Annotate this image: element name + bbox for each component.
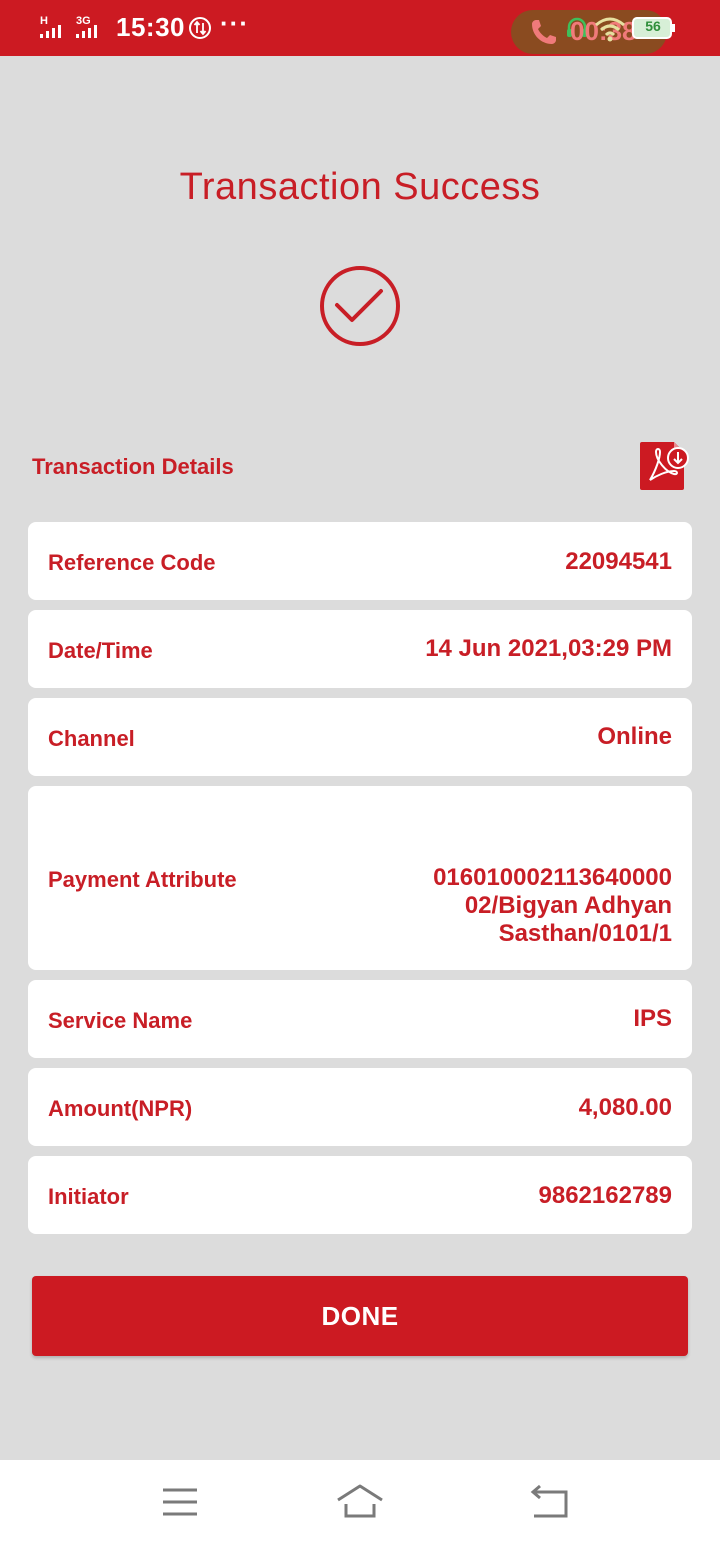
wifi-icon — [595, 17, 625, 42]
detail-card-channel: Channel Online — [28, 698, 692, 776]
payment-attribute-label: Payment Attribute — [48, 867, 237, 892]
service-name-value: IPS — [633, 1005, 672, 1032]
detail-card-payment-attribute: Payment Attribute 016010002113640000 02/… — [28, 786, 692, 970]
pdf-download-icon[interactable] — [638, 440, 690, 492]
done-button[interactable]: DONE — [32, 1276, 688, 1356]
date-time-value: 14 Jun 2021,03:29 PM — [425, 635, 672, 662]
back-icon[interactable] — [520, 1480, 580, 1524]
service-name-label: Service Name — [48, 1008, 193, 1033]
network-h-label: H — [40, 15, 48, 27]
detail-card-date-time: Date/Time 14 Jun 2021,03:29 PM — [28, 610, 692, 688]
initiator-label: Initiator — [48, 1184, 129, 1209]
initiator-value: 9862162789 — [538, 1182, 672, 1209]
check-circle-icon — [320, 266, 400, 346]
menu-icon[interactable] — [150, 1480, 210, 1524]
data-transfer-icon — [189, 17, 211, 39]
home-icon[interactable] — [330, 1480, 390, 1524]
channel-label: Channel — [48, 726, 135, 751]
amount-label: Amount(NPR) — [48, 1096, 193, 1121]
amount-value: 4,080.00 — [578, 1094, 672, 1121]
status-bar: H 3G 15:30 ··· 00:38 56 — [0, 0, 720, 56]
detail-card-service-name: Service Name IPS — [28, 980, 692, 1058]
date-time-label: Date/Time — [48, 638, 153, 663]
detail-card-reference-code: Reference Code 22094541 — [28, 522, 692, 600]
status-time: 15:30 — [116, 12, 185, 42]
signal-icon: H 3G — [40, 15, 97, 38]
battery-level: 56 — [645, 18, 661, 34]
payment-attribute-value: 016010002113640000 02/Bigyan Adhyan Sast… — [433, 864, 672, 947]
more-notifications-icon: ··· — [220, 8, 249, 38]
network-3g-label: 3G — [76, 15, 91, 27]
detail-card-initiator: Initiator 9862162789 — [28, 1156, 692, 1234]
reference-code-value: 22094541 — [565, 548, 672, 575]
phone-icon — [532, 20, 556, 44]
detail-card-amount: Amount(NPR) 4,080.00 — [28, 1068, 692, 1146]
transaction-details-heading: Transaction Details — [32, 454, 234, 479]
channel-value: Online — [597, 723, 672, 750]
system-nav-bar — [0, 1460, 720, 1544]
page-title: Transaction Success — [179, 166, 541, 208]
reference-code-label: Reference Code — [48, 550, 216, 575]
